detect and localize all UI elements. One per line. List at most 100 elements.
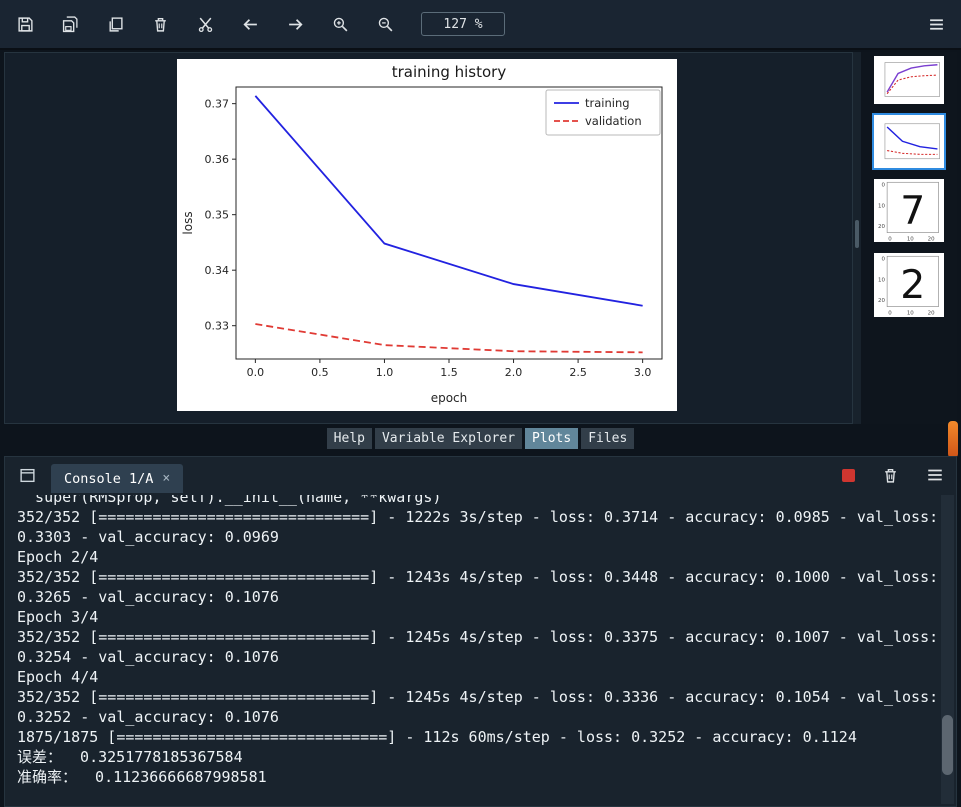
zoom-in-button[interactable] — [329, 13, 351, 35]
console-line: super(RMSprop, self).__init__(name, **kw… — [17, 495, 442, 506]
svg-text:2.0: 2.0 — [505, 366, 522, 379]
svg-text:10: 10 — [907, 310, 914, 316]
console-pane: Console 1/A × super(RMSprop, self).__ini… — [4, 456, 957, 807]
console-line: 0.3254 - val_accuracy: 0.1076 — [17, 648, 279, 666]
plot-thumbnail-accuracy-preview — [884, 62, 940, 97]
svg-text:training history: training history — [392, 63, 507, 81]
console-line: Epoch 4/4 — [17, 668, 99, 686]
console-line: 352/352 [==============================]… — [17, 568, 939, 586]
svg-text:20: 20 — [878, 224, 885, 230]
svg-text:0.35: 0.35 — [205, 209, 230, 222]
delete-button[interactable] — [149, 13, 171, 35]
copy-icon — [108, 16, 123, 32]
copy-button[interactable] — [104, 13, 126, 35]
right-scroll-indicator[interactable] — [948, 421, 958, 458]
plots-scrollbar[interactable] — [853, 52, 861, 424]
save-all-button[interactable] — [59, 13, 81, 35]
zoom-in-icon — [333, 17, 347, 31]
console-tab-label: Console 1/A — [64, 470, 154, 487]
svg-text:1.0: 1.0 — [376, 366, 394, 379]
plots-options-menu-button[interactable] — [925, 13, 947, 35]
console-line: 准确率： 0.11236666687998581 — [17, 768, 267, 786]
tab-variable-explorer[interactable]: Variable Explorer — [374, 427, 523, 449]
plot-thumbnail-digit-7[interactable]: 7 0 10 20 0 10 20 — [874, 178, 944, 243]
back-button[interactable] — [239, 13, 261, 35]
svg-text:0: 0 — [881, 257, 885, 263]
plot-canvas: 0.0 0.5 1.0 1.5 2.0 2.5 3.0 0.33 0.34 0.35 0.36 0.3… — [4, 52, 853, 424]
console-scrollbar-thumb[interactable] — [942, 715, 953, 775]
tab-files[interactable]: Files — [581, 427, 635, 449]
spyder-window: 127 % 0.0 0.5 1.0 1.5 2.0 2.5 3.0 0.33 0.34 0.35 0… — [0, 0, 961, 807]
tab-plots[interactable]: Plots — [525, 427, 579, 449]
cut-button[interactable] — [194, 13, 216, 35]
console-line: Epoch 3/4 — [17, 608, 99, 626]
svg-text:0: 0 — [888, 310, 892, 316]
plots-pane: 0.0 0.5 1.0 1.5 2.0 2.5 3.0 0.33 0.34 0.35 0.36 0.3… — [4, 52, 957, 424]
remove-console-button[interactable] — [882, 467, 899, 484]
svg-text:20: 20 — [928, 236, 935, 242]
svg-text:validation: validation — [585, 114, 642, 128]
console-tab-close-icon[interactable]: × — [162, 471, 170, 486]
svg-text:0: 0 — [881, 182, 885, 188]
plot-thumbnail-loss-preview — [884, 123, 940, 160]
plot-thumbnail-loss[interactable] — [872, 113, 946, 170]
console-line: 352/352 [==============================]… — [17, 628, 939, 646]
svg-text:7: 7 — [900, 187, 925, 233]
svg-text:20: 20 — [928, 310, 935, 316]
arrow-left-icon — [242, 18, 257, 30]
hamburger-icon — [928, 469, 942, 481]
browse-tabs-button[interactable] — [17, 465, 37, 485]
zoom-level-value: 127 % — [443, 16, 483, 32]
svg-text:0.34: 0.34 — [205, 264, 230, 277]
stop-icon — [842, 468, 855, 482]
console-header-actions — [842, 466, 944, 484]
console-tab[interactable]: Console 1/A × — [51, 464, 184, 493]
plot-thumbnail-digit-7-preview: 7 0 10 20 0 10 20 — [878, 181, 939, 242]
console-line: 0.3265 - val_accuracy: 0.1076 — [17, 588, 279, 606]
svg-text:0.33: 0.33 — [205, 320, 230, 333]
console-line: 352/352 [==============================]… — [17, 508, 939, 526]
svg-text:training: training — [585, 96, 630, 110]
save-button[interactable] — [14, 13, 36, 35]
training-history-chart: 0.0 0.5 1.0 1.5 2.0 2.5 3.0 0.33 0.34 0.35 0.36 0.3… — [177, 59, 677, 411]
zoom-out-button[interactable] — [374, 13, 396, 35]
forward-button[interactable] — [284, 13, 306, 35]
plot-thumbnail-digit-2-preview: 2 0 10 20 0 10 20 — [878, 256, 939, 316]
svg-text:20: 20 — [878, 298, 885, 304]
svg-text:0.5: 0.5 — [311, 366, 329, 379]
console-options-menu-button[interactable] — [926, 466, 944, 484]
plot-thumbnail-digit-2[interactable]: 2 0 10 20 0 10 20 — [874, 253, 944, 317]
svg-text:10: 10 — [878, 278, 885, 284]
plots-scrollbar-thumb[interactable] — [855, 220, 859, 248]
console-line: 0.3303 - val_accuracy: 0.0969 — [17, 528, 279, 546]
console-line: 352/352 [==============================]… — [17, 688, 939, 706]
figure-training-history[interactable]: 0.0 0.5 1.0 1.5 2.0 2.5 3.0 0.33 0.34 0.35 0.36 0.3… — [177, 59, 677, 411]
save-all-icon — [62, 15, 78, 32]
zoom-out-icon — [378, 17, 392, 31]
svg-text:epoch: epoch — [431, 391, 468, 405]
trash-icon — [885, 468, 896, 483]
scissors-icon — [198, 17, 212, 32]
svg-text:0.36: 0.36 — [205, 153, 230, 166]
trash-icon — [154, 17, 166, 32]
thumbnail-list: 7 0 10 20 0 10 20 2 0 10 20 0 10 20 — [861, 52, 957, 424]
svg-text:0.37: 0.37 — [205, 98, 230, 111]
svg-text:10: 10 — [907, 236, 914, 242]
console-scrollbar[interactable] — [941, 495, 954, 804]
svg-text:1.5: 1.5 — [440, 366, 458, 379]
svg-text:3.0: 3.0 — [634, 366, 652, 379]
tab-help[interactable]: Help — [326, 427, 372, 449]
console-line: Epoch 2/4 — [17, 548, 99, 566]
console-header: Console 1/A × — [5, 457, 956, 493]
interrupt-kernel-button[interactable] — [842, 468, 855, 482]
console-output[interactable]: super(RMSprop, self).__init__(name, **kw… — [7, 495, 940, 804]
hamburger-icon — [929, 18, 943, 30]
svg-text:0.0: 0.0 — [247, 366, 265, 379]
zoom-level-box[interactable]: 127 % — [421, 12, 505, 36]
window-icon — [19, 468, 35, 482]
svg-text:2: 2 — [900, 262, 925, 308]
console-line: 0.3252 - val_accuracy: 0.1076 — [17, 708, 279, 726]
plot-thumbnail-accuracy[interactable] — [874, 56, 944, 105]
pane-tabbar: Help Variable Explorer Plots Files — [4, 426, 957, 450]
save-icon — [17, 16, 33, 32]
